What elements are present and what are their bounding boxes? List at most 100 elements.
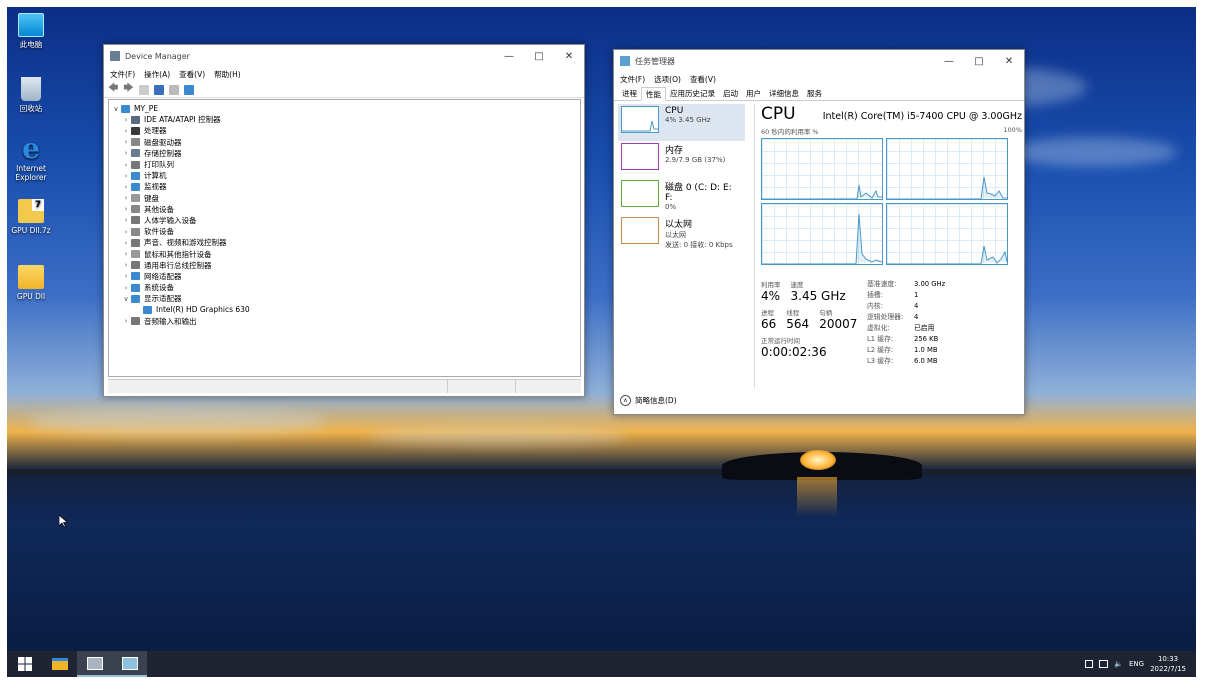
tree-category[interactable]: › 磁盘驱动器 bbox=[111, 137, 580, 148]
tab-6[interactable]: 服务 bbox=[803, 87, 826, 100]
chevron-down-icon[interactable]: ∨ bbox=[121, 295, 131, 303]
chevron-right-icon[interactable]: › bbox=[121, 161, 131, 169]
cpu-utilization: 4% bbox=[761, 289, 781, 303]
maximize-button[interactable]: □ bbox=[964, 50, 994, 72]
volume-icon[interactable]: 🔈 bbox=[1114, 660, 1123, 668]
tree-category[interactable]: › 存储控制器 bbox=[111, 148, 580, 159]
task-manager-window[interactable]: 任务管理器 — □ ✕ 文件(F) 选项(O) 查看(V) 进程 性能 应用历史记录… bbox=[613, 49, 1025, 415]
device-manager-titlebar[interactable]: Device Manager — □ ✕ bbox=[104, 45, 584, 67]
properties-icon[interactable] bbox=[138, 84, 149, 95]
chevron-right-icon[interactable]: › bbox=[121, 317, 131, 325]
menu-view[interactable]: 查看(V) bbox=[690, 74, 716, 85]
tree-category[interactable]: › 打印队列 bbox=[111, 159, 580, 170]
spec-value: 1 bbox=[914, 291, 919, 299]
tree-category[interactable]: › 音频输入和输出 bbox=[111, 316, 580, 327]
chevron-right-icon[interactable]: › bbox=[121, 261, 131, 269]
desktop-icon-gpu-dll[interactable]: GPU Dll bbox=[7, 265, 55, 301]
tree-category[interactable]: › 处理器 bbox=[111, 125, 580, 136]
tree-category[interactable]: › IDE ATA/ATAPI 控制器 bbox=[111, 114, 580, 125]
clock[interactable]: 10:33 2022/7/15 bbox=[1150, 654, 1186, 674]
chevron-right-icon[interactable]: › bbox=[121, 272, 131, 280]
taskbar-file-explorer[interactable] bbox=[42, 651, 77, 677]
desktop-icon-ie[interactable]: e Internet Explorer bbox=[7, 132, 55, 183]
tree-category[interactable]: › 计算机 bbox=[111, 170, 580, 181]
language-indicator[interactable]: ENG bbox=[1129, 660, 1144, 668]
brief-info-button[interactable]: ∧ 简略信息(D) bbox=[620, 395, 677, 406]
tree-device[interactable]: Intel(R) HD Graphics 630 bbox=[111, 304, 580, 315]
tree-label: 打印队列 bbox=[144, 160, 174, 170]
chevron-right-icon[interactable]: › bbox=[121, 116, 131, 124]
task-manager-titlebar[interactable]: 任务管理器 — □ ✕ bbox=[614, 50, 1024, 72]
tab-3[interactable]: 启动 bbox=[719, 87, 742, 100]
chevron-right-icon[interactable]: › bbox=[121, 205, 131, 213]
help-icon[interactable] bbox=[153, 84, 164, 95]
tree-category[interactable]: › 声音、视频和游戏控制器 bbox=[111, 237, 580, 248]
maximize-button[interactable]: □ bbox=[524, 45, 554, 67]
tree-label: 声音、视频和游戏控制器 bbox=[144, 238, 227, 248]
chevron-right-icon[interactable]: › bbox=[121, 228, 131, 236]
chevron-right-icon[interactable]: › bbox=[121, 138, 131, 146]
spec-row: 基准速度: 3.00 GHz bbox=[867, 279, 945, 290]
desktop-icon-label: Internet Explorer bbox=[15, 164, 47, 182]
taskbar-device-manager[interactable] bbox=[77, 651, 112, 677]
desktop-icon-gpu-dll-7z[interactable]: 7 GPU Dll.7z bbox=[7, 199, 55, 235]
forward-icon[interactable]: 🡆 bbox=[123, 81, 133, 98]
chevron-right-icon[interactable]: › bbox=[121, 284, 131, 292]
spec-key: 逻辑处理器: bbox=[867, 313, 904, 321]
menu-action[interactable]: 操作(A) bbox=[144, 69, 170, 80]
chevron-right-icon[interactable]: › bbox=[121, 194, 131, 202]
tab-0[interactable]: 进程 bbox=[618, 87, 641, 100]
tree-category[interactable]: › 网络适配器 bbox=[111, 271, 580, 282]
desktop-icon-this-pc[interactable]: 此电脑 bbox=[7, 13, 55, 49]
tab-2[interactable]: 应用历史记录 bbox=[666, 87, 719, 100]
resource-disk[interactable]: 磁盘 0 (C: D: E: F: 0% bbox=[618, 178, 745, 215]
resource-ethernet[interactable]: 以太网 以太网 发送: 0 接收: 0 Kbps bbox=[618, 215, 745, 252]
task-manager-icon bbox=[121, 656, 138, 670]
network-icon[interactable] bbox=[1099, 660, 1109, 668]
tree-category[interactable]: › 通用串行总线控制器 bbox=[111, 260, 580, 271]
start-button[interactable] bbox=[7, 651, 42, 677]
menu-help[interactable]: 帮助(H) bbox=[214, 69, 241, 80]
minimize-button[interactable]: — bbox=[934, 50, 964, 72]
device-category-icon bbox=[131, 250, 140, 259]
chevron-right-icon[interactable]: › bbox=[121, 216, 131, 224]
tree-category[interactable]: › 软件设备 bbox=[111, 226, 580, 237]
tree-category[interactable]: › 系统设备 bbox=[111, 282, 580, 293]
tree-category[interactable]: ∨ 显示适配器 bbox=[111, 293, 580, 304]
close-button[interactable]: ✕ bbox=[994, 50, 1024, 72]
tab-4[interactable]: 用户 bbox=[742, 87, 765, 100]
chevron-right-icon[interactable]: › bbox=[121, 183, 131, 191]
back-icon[interactable]: 🡄 bbox=[108, 81, 118, 98]
tree-category[interactable]: › 其他设备 bbox=[111, 204, 580, 215]
taskbar-task-manager[interactable] bbox=[112, 651, 147, 677]
minimize-button[interactable]: — bbox=[494, 45, 524, 67]
tree-category[interactable]: › 键盘 bbox=[111, 193, 580, 204]
close-button[interactable]: ✕ bbox=[554, 45, 584, 67]
ie-icon: e bbox=[22, 132, 40, 165]
tab-1[interactable]: 性能 bbox=[641, 87, 666, 101]
tree-category[interactable]: › 鼠标和其他指针设备 bbox=[111, 248, 580, 259]
menu-file[interactable]: 文件(F) bbox=[110, 69, 135, 80]
chevron-right-icon[interactable]: › bbox=[121, 172, 131, 180]
chevron-right-icon[interactable]: › bbox=[121, 239, 131, 247]
tree-category[interactable]: › 人体学输入设备 bbox=[111, 215, 580, 226]
scan-hardware-icon[interactable] bbox=[183, 84, 194, 95]
chevron-right-icon[interactable]: › bbox=[121, 127, 131, 135]
resource-list[interactable]: CPU 4% 3.45 GHz 内存 2.9/7.9 GB (37%) 磁盘 0 (… bbox=[618, 104, 745, 382]
desktop-icon-recycle-bin[interactable]: 回收站 bbox=[7, 77, 55, 113]
menu-view[interactable]: 查看(V) bbox=[179, 69, 205, 80]
update-driver-icon[interactable] bbox=[168, 84, 179, 95]
menu-file[interactable]: 文件(F) bbox=[620, 74, 645, 85]
tab-5[interactable]: 详细信息 bbox=[765, 87, 803, 100]
device-manager-window[interactable]: Device Manager — □ ✕ 文件(F) 操作(A) 查看(V) 帮… bbox=[103, 44, 585, 397]
resource-memory[interactable]: 内存 2.9/7.9 GB (37%) bbox=[618, 141, 745, 178]
notification-icon[interactable] bbox=[1085, 660, 1094, 668]
tree-root[interactable]: ∨ MY_PE bbox=[111, 103, 580, 114]
tree-category[interactable]: › 监视器 bbox=[111, 181, 580, 192]
chevron-right-icon[interactable]: › bbox=[121, 149, 131, 157]
tree-label: 显示适配器 bbox=[144, 294, 182, 304]
device-tree[interactable]: ∨ MY_PE › IDE ATA/ATAPI 控制器 › 处理器 › 磁盘驱动器 › 存储控… bbox=[108, 99, 581, 377]
chevron-right-icon[interactable]: › bbox=[121, 250, 131, 258]
menu-options[interactable]: 选项(O) bbox=[654, 74, 681, 85]
resource-cpu[interactable]: CPU 4% 3.45 GHz bbox=[618, 104, 745, 141]
